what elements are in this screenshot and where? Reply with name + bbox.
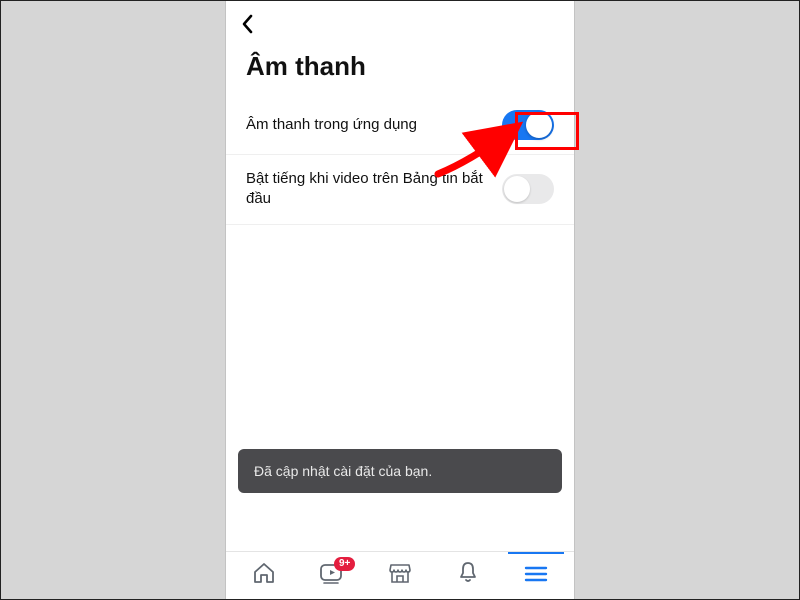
phone-screen: Âm thanh Âm thanh trong ứng dụng Bật tiế… xyxy=(225,1,575,599)
bell-icon xyxy=(456,560,480,591)
nav-marketplace[interactable] xyxy=(372,553,428,599)
toast-message: Đã cập nhật cài đặt của bạn. xyxy=(254,463,432,479)
page-title: Âm thanh xyxy=(226,47,574,96)
setting-row-in-app-sound: Âm thanh trong ứng dụng xyxy=(226,96,574,155)
setting-label: Âm thanh trong ứng dụng xyxy=(246,115,417,135)
toggle-in-app-sound[interactable] xyxy=(502,110,554,140)
nav-menu[interactable] xyxy=(508,552,564,598)
back-icon[interactable] xyxy=(240,14,256,34)
toggle-knob xyxy=(504,176,530,202)
toggle-knob xyxy=(526,112,552,138)
toggle-feed-video-sound[interactable] xyxy=(502,174,554,204)
toast-notification: Đã cập nhật cài đặt của bạn. xyxy=(238,449,562,493)
bottom-navbar: 9+ xyxy=(226,551,574,599)
nav-watch-badge: 9+ xyxy=(334,557,355,571)
home-icon xyxy=(251,560,277,591)
menu-icon xyxy=(523,564,549,589)
content-area: Âm thanh trong ứng dụng Bật tiếng khi vi… xyxy=(226,96,574,551)
setting-label: Bật tiếng khi video trên Bảng tin bắt đầ… xyxy=(246,169,486,210)
header-bar xyxy=(226,1,574,47)
nav-home[interactable] xyxy=(236,553,292,599)
nav-notifications[interactable] xyxy=(440,553,496,599)
setting-row-feed-video-sound: Bật tiếng khi video trên Bảng tin bắt đầ… xyxy=(226,155,574,225)
nav-watch[interactable]: 9+ xyxy=(304,553,360,599)
marketplace-icon xyxy=(387,560,413,591)
